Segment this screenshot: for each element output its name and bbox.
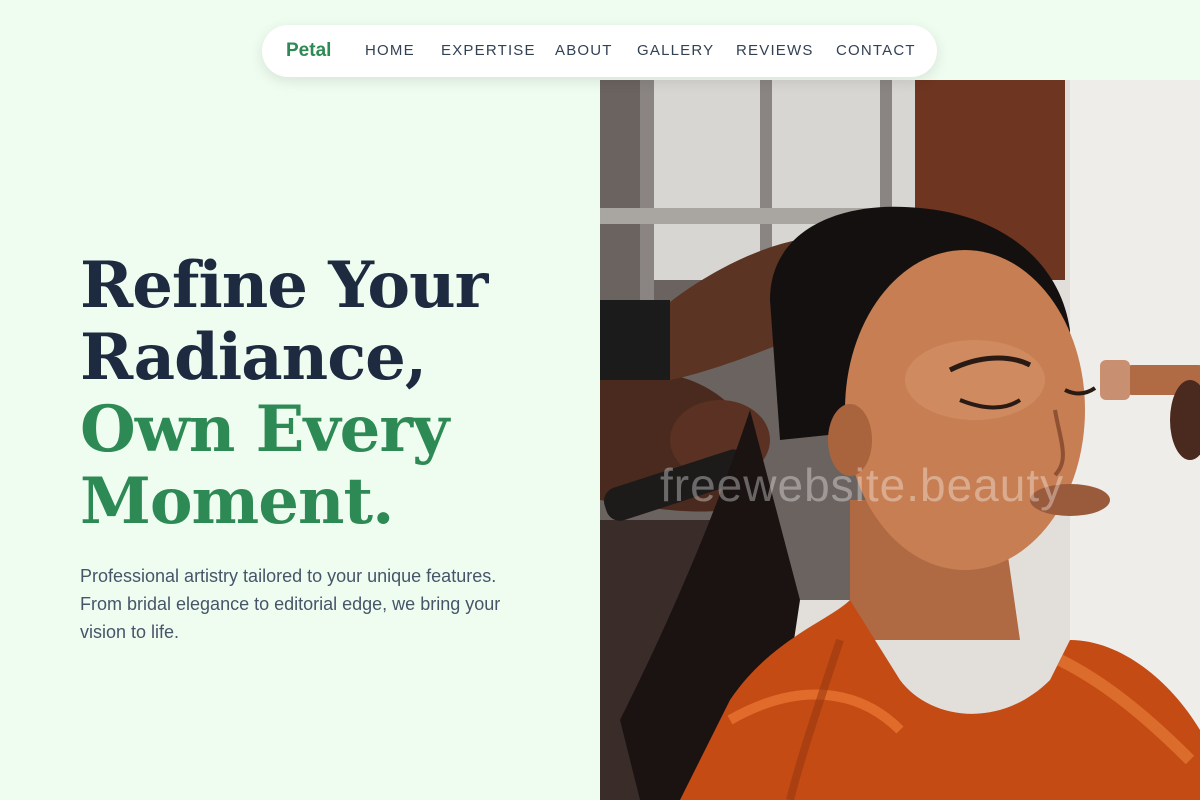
nav-item-reviews[interactable]: REVIEWS (736, 42, 814, 60)
top-nav: Petal HOME EXPERTISE ABOUT GALLERY REVIE… (262, 25, 937, 77)
nav-item-home[interactable]: HOME (365, 42, 415, 60)
headline-line-4: Moment. (80, 464, 394, 539)
hero-headline: Refine Your Radiance, Own Every Moment. (80, 250, 580, 538)
nav-item-about[interactable]: ABOUT (555, 42, 613, 60)
nav-item-expertise[interactable]: EXPERTISE (441, 42, 536, 60)
nav-item-contact[interactable]: CONTACT (836, 42, 916, 60)
watermark-text: freewebsite.beauty (660, 459, 1065, 511)
headline-line-1: Refine Your (80, 248, 488, 323)
brand-logo[interactable]: Petal (286, 40, 331, 62)
headline-line-3: Own Every (80, 392, 449, 467)
hero-photo-illustration (600, 80, 1200, 800)
page: Petal HOME EXPERTISE ABOUT GALLERY REVIE… (0, 0, 1200, 800)
headline-line-2: Radiance, (80, 320, 427, 395)
hero-description: Professional artistry tailored to your u… (80, 566, 501, 642)
hero-photo (600, 80, 1200, 800)
nav-item-gallery[interactable]: GALLERY (637, 42, 714, 60)
